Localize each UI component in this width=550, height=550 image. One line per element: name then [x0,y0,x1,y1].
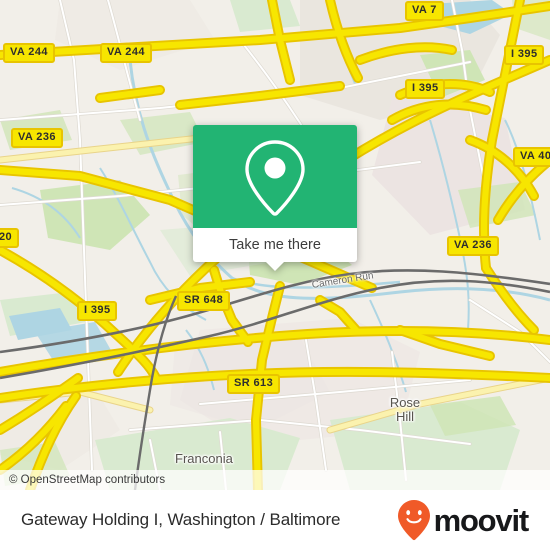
poi-title: Gateway Holding I, Washington / Baltimor… [21,510,341,529]
footer-bar: Gateway Holding I, Washington / Baltimor… [0,490,550,550]
road-shield[interactable]: SR 648 [177,291,231,311]
moovit-smiling-pin-icon [397,500,430,541]
moovit-map-screenshot: .land{fill:#f2efe9} .built{fill:#eae6df}… [0,0,550,550]
road-shield[interactable]: VA 244 [3,43,55,63]
road-shield[interactable]: VA 402 [513,147,550,167]
moovit-logo[interactable]: moovit [397,499,530,541]
road-shield[interactable]: VA 7 [405,1,444,21]
take-me-there-label: Take me there [229,237,321,253]
poi-card-pointer [265,261,285,271]
road-shield[interactable]: I 395 [504,45,545,65]
road-shield[interactable]: I 395 [405,79,446,99]
road-shield[interactable]: I 395 [77,301,118,321]
moovit-wordmark: moovit [433,502,530,538]
poi-card-image [193,125,357,228]
road-shield[interactable]: VA 244 [100,43,152,63]
take-me-there-button[interactable]: Take me there [193,228,357,262]
place-label-franconia: Franconia [175,451,233,466]
place-label-rose-hill-line2: Hill [395,409,415,424]
map-pin-icon [245,139,305,216]
place-label-rose-hill: Rose [389,395,421,410]
map-attribution: © OpenStreetMap contributors [0,470,550,490]
road-shield[interactable]: VA 236 [447,236,499,256]
road-shield[interactable]: 20 [0,228,20,248]
road-shield[interactable]: SR 613 [227,374,281,394]
poi-card[interactable]: Take me there [193,125,357,271]
road-shield[interactable]: VA 236 [11,128,63,148]
